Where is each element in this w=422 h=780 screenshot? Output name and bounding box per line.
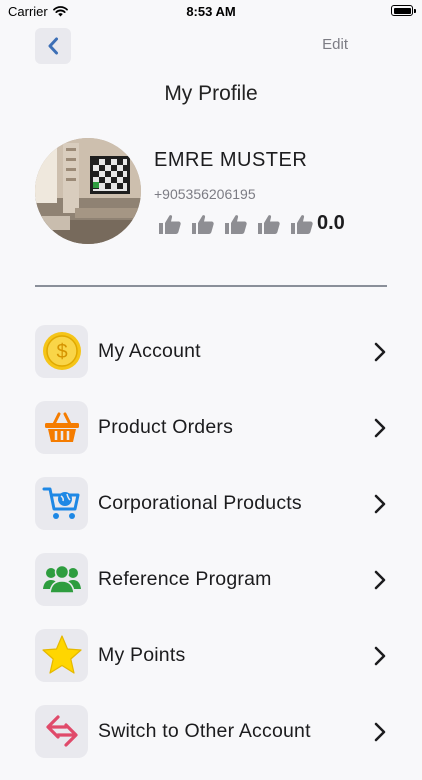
switch-arrows-icon xyxy=(45,715,78,747)
profile-menu: $ My Account Product Orders Corporationa… xyxy=(35,324,387,780)
chevron-right-icon xyxy=(374,722,386,742)
thumbs-up-icon xyxy=(258,214,280,234)
menu-icon-box xyxy=(35,400,88,454)
globe-cart-icon xyxy=(42,487,79,519)
section-divider xyxy=(35,285,387,287)
status-bar: Carrier 8:53 AM xyxy=(0,0,422,24)
menu-icon-box: $ xyxy=(35,324,88,378)
group-icon xyxy=(42,564,81,594)
profile-phone: +905356206195 xyxy=(154,186,256,202)
svg-text:$: $ xyxy=(56,341,67,363)
menu-item-my-points[interactable]: My Points xyxy=(35,628,387,682)
menu-item-product-orders[interactable]: Product Orders xyxy=(35,400,387,454)
coin-dollar-icon: $ xyxy=(42,332,81,370)
profile-name: EMRE MUSTER xyxy=(154,149,308,171)
menu-item-label: My Account xyxy=(98,339,201,362)
menu-icon-box xyxy=(35,552,88,606)
thumbs-up-icon xyxy=(225,214,247,234)
thumbs-up-icon xyxy=(291,214,313,234)
battery-icon xyxy=(391,5,416,16)
menu-item-label: Corporational Products xyxy=(98,491,302,514)
menu-item-label: Switch to Other Account xyxy=(98,719,311,742)
chevron-right-icon xyxy=(374,342,386,362)
chevron-right-icon xyxy=(374,418,386,438)
avatar[interactable] xyxy=(35,138,141,244)
thumbs-up-icon xyxy=(192,214,214,234)
back-button[interactable] xyxy=(35,28,71,64)
chevron-left-icon xyxy=(48,37,58,55)
chevron-right-icon xyxy=(374,646,386,666)
menu-item-label: Product Orders xyxy=(98,415,234,438)
menu-icon-box xyxy=(35,628,88,682)
menu-item-corporational-products[interactable]: Corporational Products xyxy=(35,476,387,530)
rating-row: 0.0 xyxy=(158,212,345,235)
menu-item-label: Reference Program xyxy=(98,567,272,590)
menu-item-my-account[interactable]: $ My Account xyxy=(35,324,387,378)
menu-item-label: My Points xyxy=(98,643,186,666)
chevron-right-icon xyxy=(374,494,386,514)
thumbs-up-icon xyxy=(159,214,181,234)
menu-item-reference-program[interactable]: Reference Program xyxy=(35,552,387,606)
status-time: 8:53 AM xyxy=(186,4,236,19)
page-title: My Profile xyxy=(164,82,258,105)
menu-icon-box xyxy=(35,476,88,530)
rating-value: 0.0 xyxy=(317,212,345,234)
edit-button[interactable]: Edit xyxy=(322,36,348,53)
chevron-right-icon xyxy=(374,570,386,590)
basket-icon xyxy=(44,412,79,442)
star-icon xyxy=(41,635,82,674)
